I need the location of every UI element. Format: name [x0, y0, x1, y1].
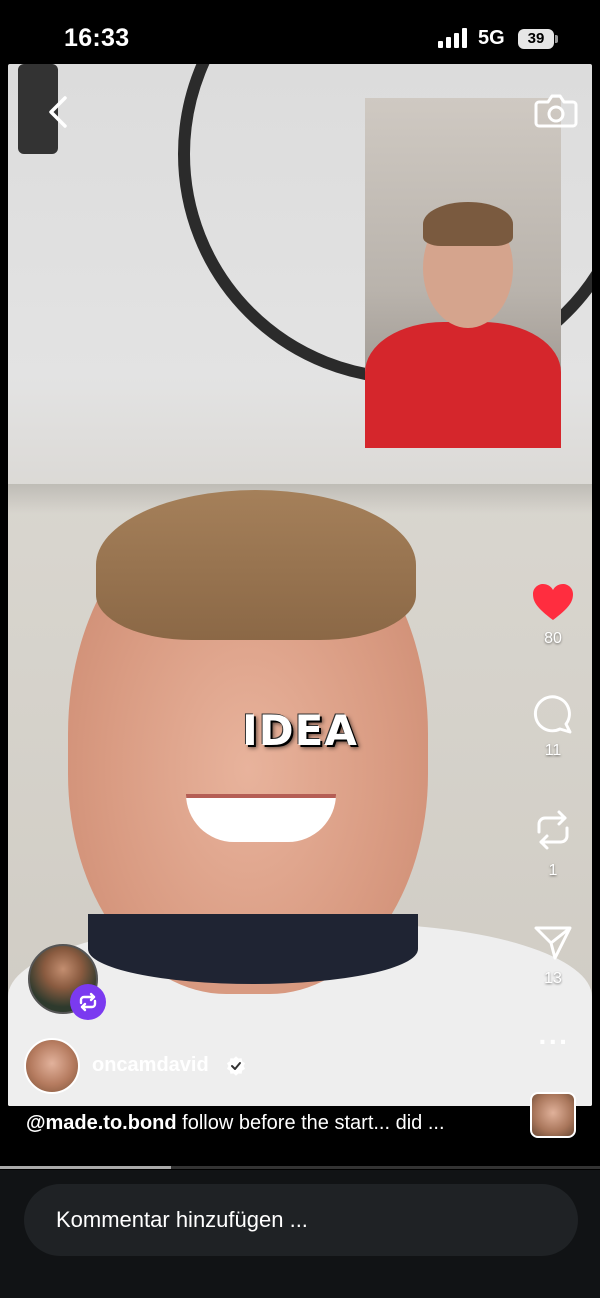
comment-icon	[533, 695, 572, 734]
comment-button[interactable]: 11	[520, 694, 586, 760]
comment-bar: Kommentar hinzufügen ...	[0, 1170, 600, 1298]
comment-count: 11	[544, 742, 562, 759]
playback-progress-bar[interactable]	[0, 1166, 600, 1169]
share-button[interactable]: 13	[520, 922, 586, 988]
battery-icon: 39	[518, 29, 558, 49]
like-button[interactable]: 80	[520, 582, 586, 648]
caption-mention[interactable]: @made.to.bond	[26, 1112, 177, 1134]
author-username[interactable]: oncamdavid	[92, 1054, 209, 1077]
author-avatar[interactable]	[24, 1038, 80, 1094]
battery-level: 39	[518, 29, 554, 49]
status-time: 16:33	[64, 24, 130, 52]
caption[interactable]: @made.to.bond follow before the start...…	[26, 1112, 506, 1135]
pip-video	[365, 98, 561, 448]
comment-input[interactable]: Kommentar hinzufügen ...	[24, 1184, 578, 1256]
repost-count: 1	[548, 862, 558, 879]
verified-icon	[227, 1056, 245, 1076]
audio-thumbnail[interactable]	[530, 1092, 576, 1138]
heart-icon	[533, 584, 573, 620]
person-collar	[88, 914, 418, 984]
back-icon[interactable]	[40, 92, 80, 132]
remix-icon	[70, 984, 106, 1020]
signal-icon	[438, 28, 467, 48]
person-hair	[96, 490, 416, 640]
repost-icon	[537, 810, 569, 850]
share-icon	[534, 926, 572, 960]
reel-video[interactable]	[8, 64, 592, 1106]
video-text-overlay: IDEA	[242, 706, 358, 755]
playback-progress-fill	[0, 1166, 171, 1169]
status-bar: 16:33 5G 39	[0, 0, 600, 64]
network-type: 5G	[478, 27, 505, 49]
caption-text: follow before the start... did ...	[176, 1112, 445, 1134]
more-icon[interactable]: ···	[536, 1028, 572, 1058]
repost-button[interactable]: 1	[520, 806, 586, 880]
share-count: 13	[544, 970, 562, 987]
camera-icon[interactable]	[534, 90, 578, 130]
like-count: 80	[544, 630, 562, 647]
